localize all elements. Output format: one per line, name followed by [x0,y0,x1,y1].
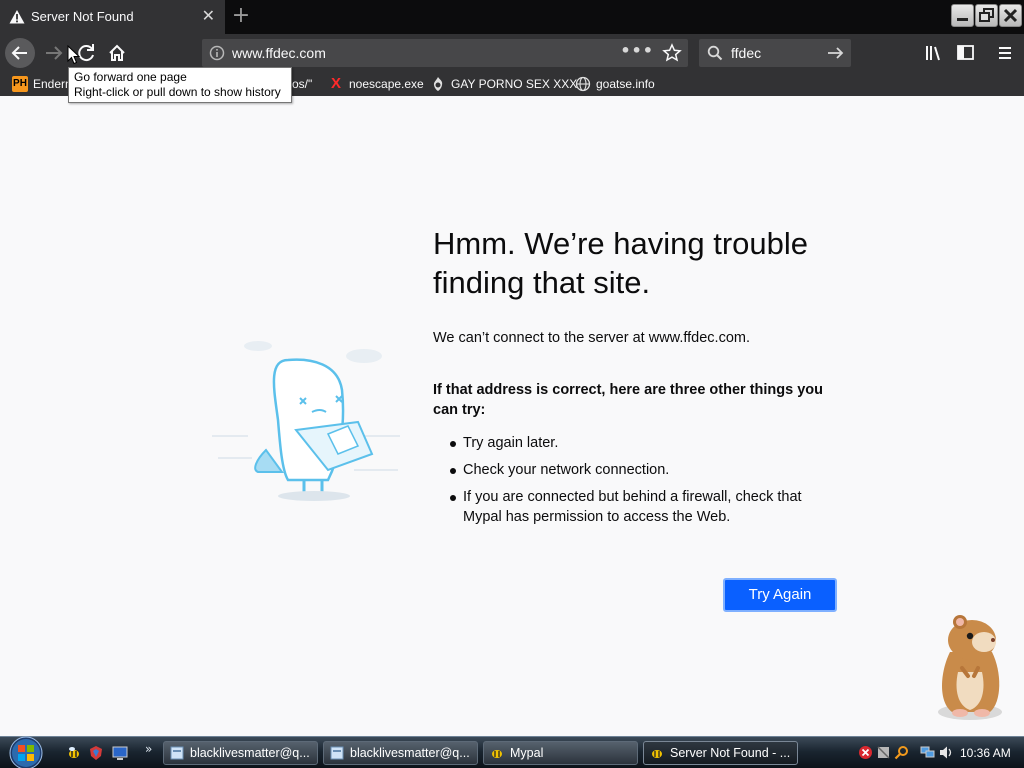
taskbar-button-label: blacklivesmatter@q... [350,746,470,760]
tab-strip: Server Not Found ✕ + [0,0,1024,34]
tab-close-icon[interactable]: ✕ [202,8,215,24]
restore-button[interactable] [975,4,998,27]
taskbar: » blacklivesmatter@q... blacklivesmatter… [0,736,1024,768]
forward-arrow-icon [46,46,63,60]
taskbar-button-label: Mypal [510,746,544,760]
minimize-button[interactable] [951,4,974,27]
screen: Server Not Found ✕ + www.ffdec.com ••• f… [0,0,1024,768]
window-controls [951,4,1022,28]
sidebar-icon[interactable] [956,44,976,62]
taskbar-button-server-not-found[interactable]: Server Not Found - ... [643,741,798,765]
home-icon [109,44,125,61]
back-button[interactable] [5,38,35,68]
error-title: Hmm. We’re having trouble finding that s… [433,226,809,300]
tab-title: Server Not Found [31,9,134,24]
bookmark-label: noescape.exe [349,77,424,91]
error-suggestions-heading: If that address is correct, here are thr… [433,382,823,418]
error-suggestions-list: Try again later. Check your network conn… [433,433,833,534]
forward-button-tooltip: Go forward one page Right-click or pull … [68,67,292,103]
close-window-button[interactable] [999,4,1022,27]
search-input[interactable]: ffdec [731,45,761,61]
page-actions-icon[interactable]: ••• [620,41,654,60]
restore-icon [979,8,994,22]
back-arrow-icon [11,46,27,60]
start-button[interactable] [4,735,48,768]
info-icon[interactable] [209,45,225,61]
explorer-window-icon [170,746,184,760]
mouse-cursor-icon [67,45,80,65]
close-icon [1003,8,1018,23]
bookmark-label: os/" [292,77,313,91]
ph-logo-icon: PH [12,76,28,92]
forward-button[interactable] [40,39,68,67]
new-tab-button[interactable]: + [231,5,251,27]
confused-mascot-illustration [212,341,400,501]
taskbar-button-mypal[interactable]: Mypal [483,741,638,765]
list-item: Check your network connection. [433,460,833,480]
taskbar-button-email-2[interactable]: blacklivesmatter@q... [323,741,478,765]
bookmark-label: GAY PORNO SEX XXX [451,77,578,91]
search-go-icon[interactable] [827,45,845,61]
x-logo-icon: X [330,75,341,92]
taskbar-button-label: Server Not Found - ... [670,746,791,760]
globe-icon [575,76,591,92]
menu-icon[interactable] [996,44,1014,62]
mypal-app-icon [492,750,502,758]
minimize-icon [957,18,968,21]
try-again-button[interactable]: Try Again [723,578,837,612]
tray-error-icon[interactable] [858,745,873,760]
tray-network-icon[interactable] [920,745,935,760]
bookmark-goatse[interactable]: goatse.info [575,76,655,92]
url-text: www.ffdec.com [232,45,326,61]
taskbar-button-email-1[interactable]: blacklivesmatter@q... [163,741,318,765]
tooltip-line-1: Go forward one page [74,70,187,84]
mypal-app-icon [652,750,662,758]
hamster-desktop-pet[interactable] [920,612,1010,722]
flame-logo-icon [433,77,443,91]
url-bar[interactable]: www.ffdec.com ••• [202,39,688,67]
search-icon [707,45,723,61]
bookmark-star-icon[interactable] [662,43,682,63]
tray-puzzle-icon[interactable] [876,745,891,760]
bookmark-endern[interactable]: PH Endern [12,76,72,92]
list-item: If you are connected but behind a firewa… [433,487,833,527]
list-item: Try again later. [433,433,833,453]
quicklaunch-shield-icon[interactable] [88,745,104,761]
search-bar[interactable]: ffdec [699,39,851,67]
bookmark-videos[interactable]: os/" [292,76,312,92]
explorer-window-icon [330,746,344,760]
warning-icon [9,10,25,24]
quicklaunch-desktop-icon[interactable] [112,745,128,761]
bookmark-noescape[interactable]: X noescape.exe [328,76,424,92]
tooltip-line-2: Right-click or pull down to show history [74,85,281,99]
tab-server-not-found[interactable]: Server Not Found ✕ [0,0,225,34]
home-button[interactable] [103,39,131,67]
bookmark-label: goatse.info [596,77,655,91]
quicklaunch-more-button[interactable]: » [145,742,152,756]
library-icon[interactable] [924,44,944,62]
tray-volume-icon[interactable] [939,745,954,760]
quicklaunch-bee-icon[interactable] [66,745,82,761]
taskbar-clock: 10:36 AM [960,746,1011,760]
tray-search-icon[interactable] [894,745,909,760]
bookmark-label: Endern [33,77,72,91]
error-short-description: We can’t connect to the server at www.ff… [433,330,750,346]
bookmark-gay-porno[interactable]: GAY PORNO SEX XXX [430,76,577,92]
taskbar-button-label: blacklivesmatter@q... [190,746,310,760]
